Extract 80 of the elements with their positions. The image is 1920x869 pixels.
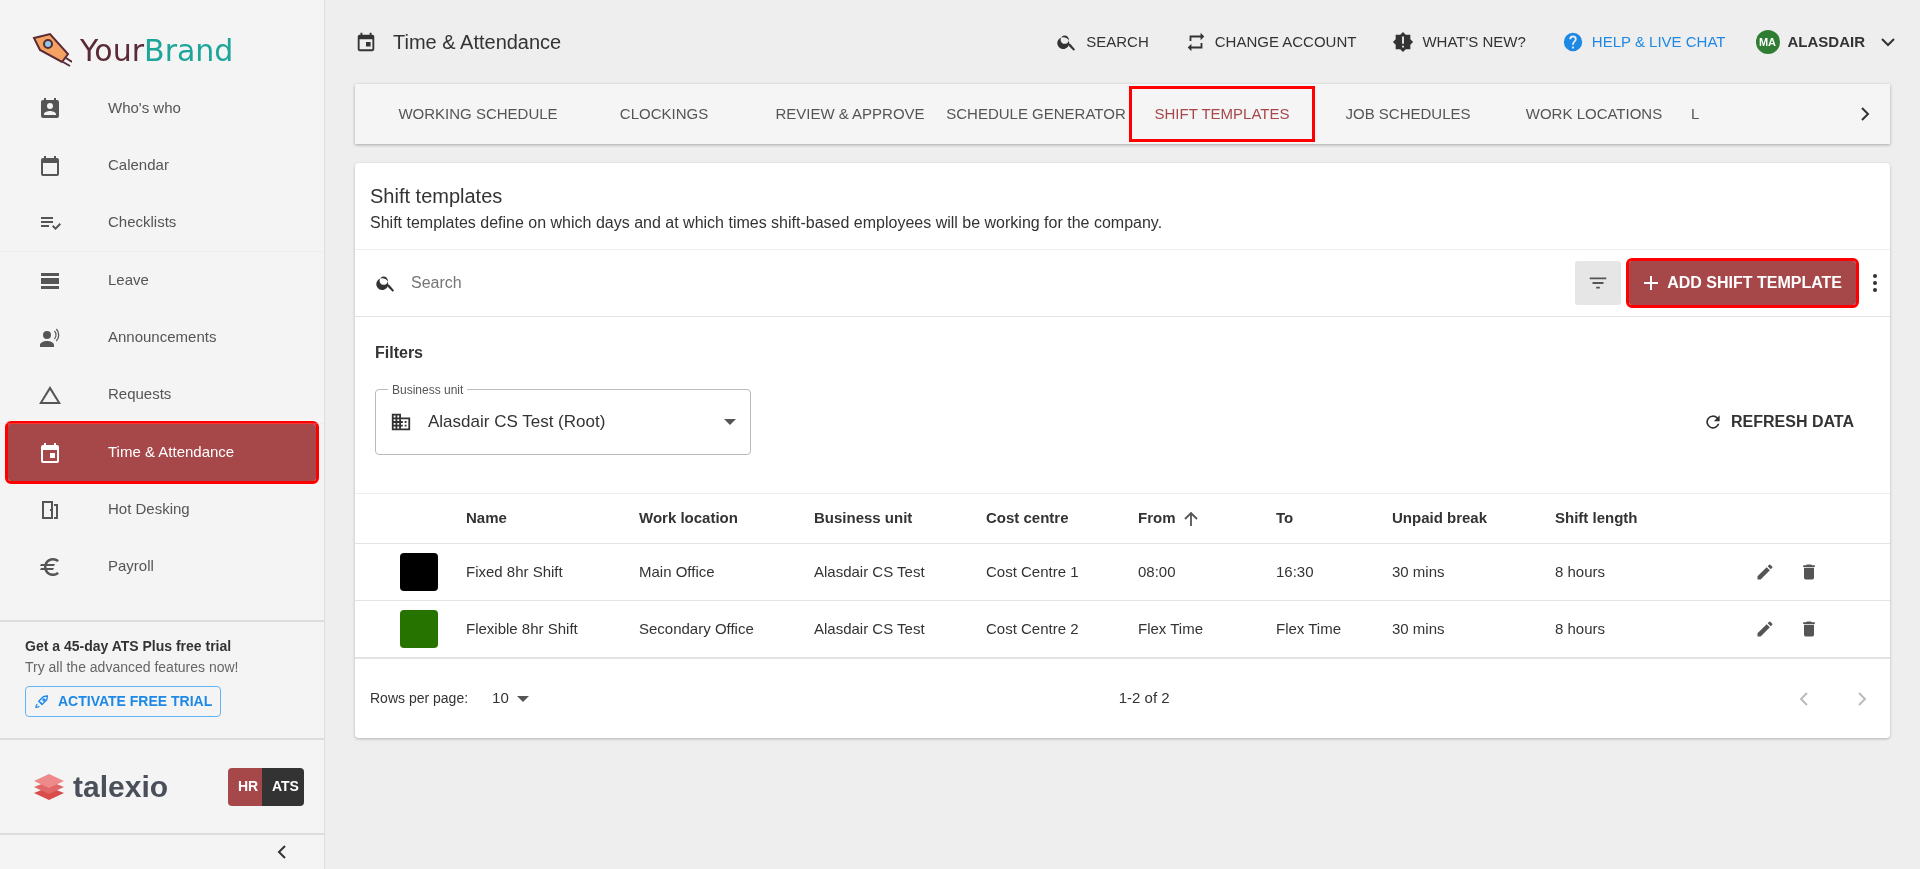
tab[interactable]: SCHEDULE GENERATOR [943,86,1129,142]
column-header[interactable]: From [1138,509,1198,527]
header-action[interactable]: SEARCH [1050,29,1155,55]
module-toggle[interactable]: ATS [262,767,304,806]
edit-pencil-icon[interactable] [1755,562,1775,582]
header-action[interactable]: WHAT'S NEW? [1386,29,1532,55]
column-header[interactable]: Shift length [1555,509,1638,527]
more-options-icon[interactable] [1872,273,1878,293]
sidebar-item[interactable]: Requests [8,366,316,423]
calendar-event-icon [38,440,62,465]
table-cell: Fixed 8hr Shift [466,562,563,580]
calendar-icon [38,153,62,178]
table-cell: 16:30 [1276,562,1314,580]
trial-subtitle: Try all the advanced features now! [25,658,240,677]
table-cell: Cost Centre 2 [986,619,1079,637]
table-cell: Main Office [639,562,715,580]
table-cell: Secondary Office [639,619,754,637]
rows-per-page-select[interactable]: 10 [492,687,529,710]
tab[interactable]: WORK LOCATIONS [1501,86,1687,142]
dropdown-caret-icon [724,419,736,425]
user-name[interactable]: ALASDAIR [1787,30,1865,54]
sidebar-item[interactable]: Payroll [8,538,316,595]
module-toggle[interactable]: HR [228,767,262,806]
refresh-data-button[interactable]: REFRESH DATA [1703,410,1854,434]
chevron-down-icon[interactable] [1881,37,1895,47]
rows-per-page-label: Rows per page: [370,689,469,708]
tab[interactable]: SHIFT TEMPLATES [1129,86,1315,142]
plus-icon [1643,275,1660,291]
contact-card-icon [38,96,62,121]
column-header[interactable]: Name [466,509,507,527]
help-icon [1561,31,1584,53]
header-action[interactable]: CHANGE ACCOUNT [1178,29,1363,55]
tab[interactable]: REVIEW & APPROVE [757,86,943,142]
sidebar-item[interactable]: Time & Attendance [8,424,316,481]
add-shift-template-button[interactable]: ADD SHIFT TEMPLATE [1629,261,1856,305]
table-cell: Flexible 8hr Shift [466,619,578,637]
sidebar-item[interactable]: Checklists [8,194,316,251]
brand-name: YourBrand [80,31,234,70]
tab[interactable]: JOB SCHEDULES [1315,86,1501,142]
dropdown-caret-icon [516,695,529,702]
card-title: Shift templates [370,184,504,209]
sidebar-item[interactable]: Leave [8,252,316,309]
sidebar-item[interactable]: Who's who [8,80,316,137]
collapse-icon[interactable] [275,845,289,859]
tab[interactable]: WORKING SCHEDULE [385,86,571,142]
table-cell: Flex Time [1276,619,1341,637]
table-cell: Alasdair CS Test [814,619,925,637]
column-header[interactable]: Unpaid break [1392,509,1488,527]
column-header[interactable]: Cost centre [986,509,1069,527]
table-cell: 30 mins [1392,619,1445,637]
tab[interactable]: CLOCKINGS [571,86,757,142]
column-header[interactable]: Work location [639,509,738,527]
calendar-icon [355,31,377,53]
trial-title: Get a 45-day ATS Plus free trial [25,637,233,656]
table-cell: Cost Centre 1 [986,562,1079,580]
edit-pencil-icon[interactable] [1755,619,1775,639]
column-header[interactable]: To [1276,509,1294,527]
tab[interactable]: L [1687,86,1704,142]
chevron-right-icon[interactable] [1859,107,1871,121]
building-icon [390,411,412,433]
page-title: Time & Attendance [393,30,562,55]
sidebar-item[interactable]: Calendar [8,137,316,194]
user-avatar[interactable]: MA [1755,30,1780,54]
sort-arrow-icon[interactable] [1183,511,1198,528]
sidebar-item[interactable]: Hot Desking [8,481,316,538]
table-cell: 08:00 [1138,562,1176,580]
table-cell: 8 hours [1555,562,1606,580]
table-cell: 8 hours [1555,619,1606,637]
pagination-range: 1-2 of 2 [1118,688,1170,709]
table-cell: Alasdair CS Test [814,562,925,580]
alert-badge-icon [1392,31,1415,53]
filters-heading: Filters [375,343,424,363]
filter-button[interactable] [1575,261,1622,305]
table-cell: 30 mins [1392,562,1445,580]
card-description: Shift templates define on which days and at which times shift-based employees will be working for the company. [370,213,1164,233]
column-header[interactable]: Business unit [814,509,913,527]
product-logo: talexio [73,769,169,805]
sidebar-item[interactable]: Announcements [8,309,316,366]
layers-logo-icon [33,772,65,801]
table-cell: Flex Time [1138,619,1203,637]
